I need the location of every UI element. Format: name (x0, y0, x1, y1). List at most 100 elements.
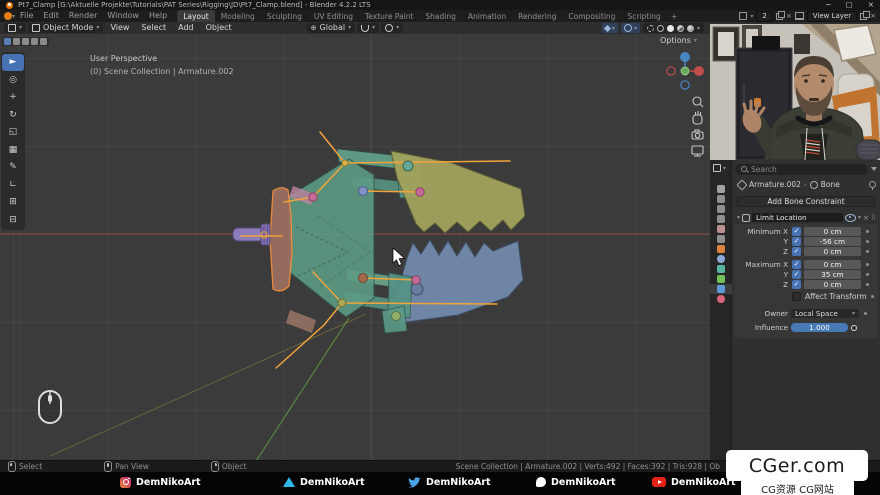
menu-help[interactable]: Help (144, 10, 172, 22)
checkbox-max-y[interactable]: ✓ (792, 270, 801, 279)
menu-object[interactable]: Object (201, 22, 237, 34)
drag-handle-icon[interactable]: ⠿ (871, 214, 875, 222)
workspace-tab-layout[interactable]: Layout (177, 10, 215, 22)
joint-pink-2[interactable] (416, 188, 424, 196)
workspace-tab-sculpting[interactable]: Sculpting (261, 10, 308, 22)
bone-upper-jaw[interactable] (363, 191, 420, 192)
piston-cylinder[interactable] (233, 228, 264, 241)
properties-editor-type-button[interactable]: ▾ (713, 164, 726, 172)
blender-menu-icon[interactable] (4, 12, 12, 20)
joint-blue[interactable] (359, 187, 368, 196)
owner-dropdown[interactable]: Local Space ▾ (791, 309, 859, 318)
checkbox-max-z[interactable]: ✓ (792, 280, 801, 289)
minimize-button[interactable]: ─ (826, 0, 831, 10)
show-overlays-toggle[interactable]: ▾ (621, 23, 640, 33)
properties-tab-scene[interactable] (710, 224, 732, 234)
properties-tab-world[interactable] (710, 234, 732, 244)
menu-file[interactable]: File (15, 10, 38, 22)
orthographic-toggle-button[interactable] (692, 146, 703, 156)
clamp-body[interactable] (288, 159, 374, 317)
properties-tab-view-layer[interactable] (710, 214, 732, 224)
workspace-tab-rendering[interactable]: Rendering (512, 10, 562, 22)
view-layer-selector[interactable]: View Layer (807, 11, 857, 22)
value-field-min-x[interactable]: 0 cm (804, 227, 861, 236)
value-field-max-x[interactable]: 0 cm (804, 260, 861, 269)
tool-annotate[interactable]: ✎ (2, 159, 24, 176)
workspace-tab-scripting[interactable]: Scripting (621, 10, 666, 22)
axis-gizmo[interactable] (667, 52, 704, 89)
new-view-layer-icon[interactable] (860, 13, 867, 20)
collapse-caret-icon[interactable]: ▾ (737, 214, 740, 221)
pin-icon[interactable] (869, 181, 876, 188)
collection-toggle-icon[interactable] (13, 38, 20, 45)
tool-interaction[interactable]: ⊟ (2, 212, 24, 229)
menu-edit[interactable]: Edit (38, 10, 64, 22)
wireframe-shading-icon[interactable] (657, 25, 664, 32)
joint-green[interactable] (392, 312, 401, 321)
constraint-name-field[interactable]: Limit Location (752, 213, 843, 222)
decorator-dot[interactable] (866, 273, 869, 276)
checkbox-min-z[interactable]: ✓ (792, 247, 801, 256)
remove-view-layer-icon[interactable]: × (870, 12, 876, 20)
joint-pink-3[interactable] (412, 276, 420, 284)
decorator-dot[interactable] (866, 250, 869, 253)
maximize-button[interactable]: ▢ (846, 0, 853, 10)
joint-yellow[interactable] (342, 160, 348, 166)
collection-toggle-icon[interactable] (31, 38, 38, 45)
joint-brown[interactable] (359, 274, 368, 283)
tool-transform[interactable]: ▦ (2, 142, 24, 159)
decorator-dot[interactable] (866, 263, 869, 266)
decorator-dot[interactable] (866, 240, 869, 243)
axis-y-handle[interactable] (681, 67, 689, 75)
solid-shading-icon[interactable] (667, 25, 674, 32)
breadcrumb-bone[interactable]: Bone (821, 180, 840, 189)
checkbox-max-x[interactable]: ✓ (792, 260, 801, 269)
close-button[interactable]: × (868, 0, 874, 10)
decorator-dot[interactable] (864, 312, 867, 315)
influence-slider[interactable]: 1.000 (791, 323, 848, 332)
transform-orientation-selector[interactable]: ⊕ Global ▾ (307, 23, 355, 33)
tool-measure[interactable]: ∟ (2, 177, 24, 194)
checkbox-affect-transform[interactable] (792, 292, 801, 301)
proportional-editing-toggle[interactable]: ▾ (381, 23, 403, 33)
menu-select[interactable]: Select (136, 22, 171, 34)
tool-move[interactable]: + (2, 89, 24, 106)
tool-cursor[interactable]: ◎ (2, 72, 24, 89)
menu-render[interactable]: Render (64, 10, 102, 22)
workspace-tab-texture-paint[interactable]: Texture Paint (359, 10, 419, 22)
joint-pink-1[interactable] (309, 193, 317, 201)
properties-tab-output[interactable] (710, 204, 732, 214)
delete-constraint-icon[interactable]: × (863, 214, 869, 222)
eye-visibility-icon[interactable] (845, 214, 856, 222)
bone-lower-chain[interactable] (342, 303, 497, 304)
tool-rotate[interactable]: ↻ (2, 107, 24, 124)
mode-selector[interactable]: Object Mode ▾ (28, 23, 103, 33)
workspace-tab-shading[interactable]: Shading (419, 10, 461, 22)
collection-toggle-icon[interactable] (4, 38, 11, 45)
properties-tab-material[interactable] (710, 294, 732, 304)
mount-plate-selected[interactable] (270, 188, 292, 291)
properties-tab-bone-constraint[interactable] (710, 284, 732, 294)
constraint-panel-header[interactable]: ▾ Limit Location ▾ × ⠿ (734, 211, 878, 224)
axis-z-neg-handle[interactable] (681, 81, 689, 89)
breadcrumb-object[interactable]: Armature.002 (749, 180, 801, 189)
properties-tab-render[interactable] (710, 194, 732, 204)
editor-type-button[interactable]: ▾ (4, 23, 26, 33)
decorator-dot[interactable] (871, 295, 874, 298)
checkbox-min-x[interactable]: ✓ (792, 227, 801, 236)
animate-decorator-icon[interactable] (851, 325, 857, 331)
pivot-hole-lower[interactable] (411, 283, 423, 295)
collection-toggle-icon[interactable] (22, 38, 29, 45)
value-field-max-y[interactable]: 35 cm (804, 270, 861, 279)
rendered-shading-icon[interactable] (687, 25, 694, 32)
filter-icon[interactable] (871, 167, 877, 171)
xray-toggle-icon[interactable] (647, 25, 654, 32)
scene-canvas[interactable] (0, 34, 710, 460)
snapping-toggle[interactable]: ▾ (357, 23, 379, 33)
menu-window[interactable]: Window (102, 10, 144, 22)
value-field-min-y[interactable]: -56 cm (804, 237, 861, 246)
axis-x-neg-handle[interactable] (667, 67, 675, 75)
workspace-tab-uv-editing[interactable]: UV Editing (308, 10, 359, 22)
checkbox-min-y[interactable]: ✓ (792, 237, 801, 246)
zoom-button[interactable] (693, 97, 703, 107)
